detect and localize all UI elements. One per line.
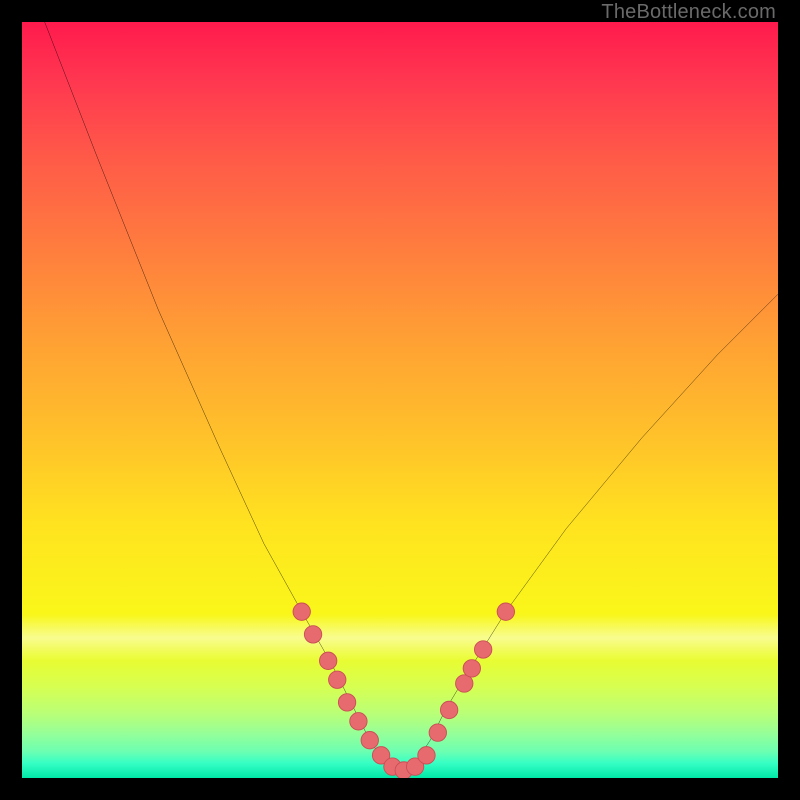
curve-layer: [22, 22, 778, 778]
marker-dot: [319, 652, 336, 669]
marker-dot: [293, 603, 310, 620]
bottleneck-curve: [45, 22, 778, 770]
marker-dot: [463, 660, 480, 677]
marker-dot: [338, 694, 355, 711]
marker-dot: [429, 724, 446, 741]
marker-dot: [350, 713, 367, 730]
marker-dot: [418, 747, 435, 764]
plot-area: [22, 22, 778, 778]
marker-dot: [361, 732, 378, 749]
watermark-text: TheBottleneck.com: [601, 1, 776, 24]
marker-dot: [304, 626, 321, 643]
chart-frame: TheBottleneck.com: [0, 0, 800, 800]
marker-dots-group: [293, 603, 515, 778]
marker-dot: [329, 671, 346, 688]
marker-dot: [440, 701, 457, 718]
marker-dot: [474, 641, 491, 658]
marker-dot: [497, 603, 514, 620]
marker-dot: [456, 675, 473, 692]
